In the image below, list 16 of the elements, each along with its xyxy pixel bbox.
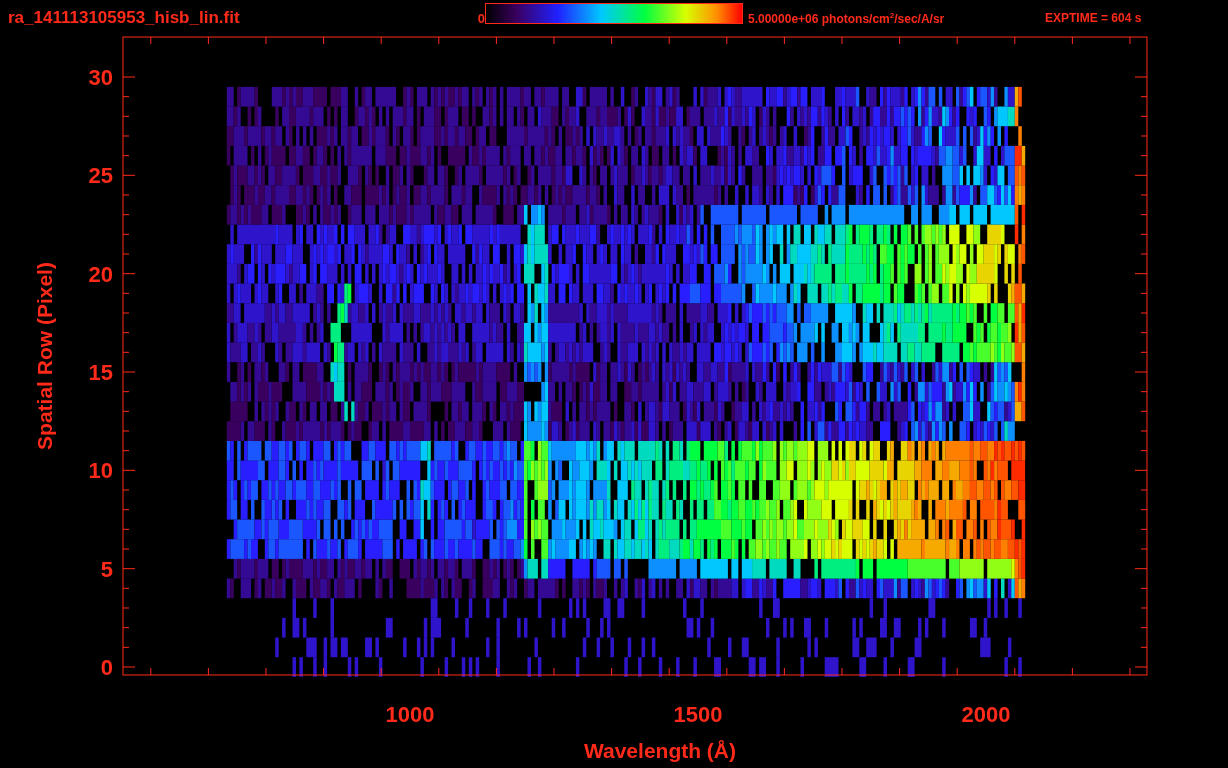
y-tick-label: 20 — [88, 261, 113, 287]
file-title: ra_141113105953_hisb_lin.fit — [8, 8, 241, 28]
y-tick-label: 25 — [88, 163, 113, 189]
x-tick-label: 2000 — [961, 702, 1011, 727]
x-tick-label: 1000 — [385, 702, 435, 727]
exposure-time-label: EXPTIME = 604 s — [1045, 11, 1142, 25]
y-tick-label: 10 — [88, 458, 113, 484]
y-tick-label: 30 — [88, 65, 113, 90]
y-tick-label: 0 — [100, 655, 113, 680]
y-tick-label: 15 — [88, 360, 113, 385]
x-axis-title: Wavelength (Å) — [583, 739, 737, 762]
colorbar-max-label: 5.00000e+06 photons/cm$^{2}$/sec/A/sr — [748, 10, 946, 26]
y-tick-label: 5 — [100, 556, 113, 582]
x-tick-label: 1500 — [673, 702, 723, 727]
colorbar-min-label: 0 — [476, 10, 485, 26]
y-axis-title: Spatial Row (Pixel) — [33, 262, 56, 450]
